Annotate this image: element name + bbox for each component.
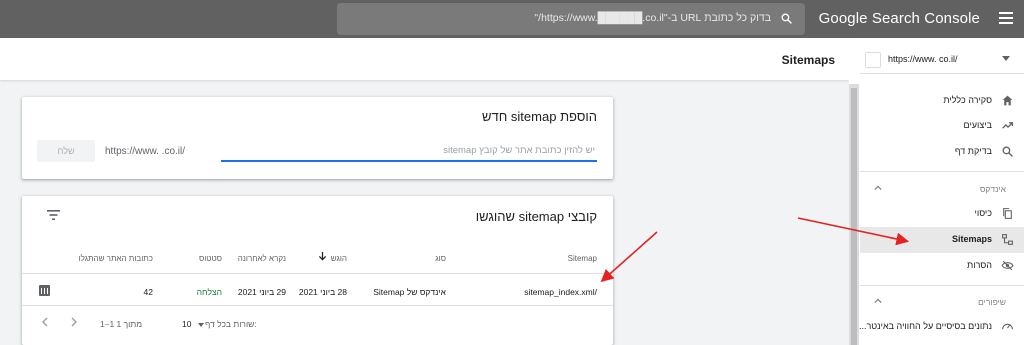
- cell-type: אינדקס של Sitemap: [373, 287, 446, 297]
- column-header-discovered-urls[interactable]: כתובות האתר שהתגלו: [78, 254, 153, 263]
- property-favicon: [865, 52, 881, 68]
- rows-per-page-label: שורות בכל דף:: [205, 319, 257, 329]
- chevron-left-icon[interactable]: [40, 317, 50, 327]
- sidebar-item-sitemaps[interactable]: Sitemaps: [860, 227, 1024, 253]
- trending-up-icon: [1002, 122, 1014, 129]
- sitemap-url-placeholder[interactable]: יש להזין כתובת אתר של קובץ sitemap: [443, 145, 595, 156]
- top-app-bar: בדוק כל כתובת URL ב-"https://www.██████.…: [0, 0, 1024, 38]
- gauge-icon: [1002, 323, 1013, 330]
- chevron-down-icon[interactable]: [198, 323, 204, 327]
- visibility-off-icon: [1001, 260, 1014, 271]
- menu-icon[interactable]: [999, 12, 1013, 24]
- column-header-submitted[interactable]: הוגש: [331, 254, 347, 263]
- chevron-right-icon[interactable]: [69, 317, 79, 327]
- page-title: Sitemaps: [781, 53, 835, 67]
- sidebar-item-label: נתונים בסיסיים על החוויה באינטר...: [858, 321, 992, 331]
- sidebar-item-label: Sitemaps: [951, 234, 992, 244]
- sidebar-item-performance[interactable]: ביצועים: [860, 113, 1024, 139]
- chevron-down-icon[interactable]: [1002, 56, 1010, 61]
- rows-per-page-select[interactable]: 10: [182, 319, 191, 329]
- sidebar-section-enhancements[interactable]: שיפורים: [978, 297, 1006, 307]
- sidebar-item-overview[interactable]: סקירה כללית: [860, 88, 1024, 114]
- cell-status: הצלחה: [196, 287, 222, 297]
- search-icon: [1002, 146, 1013, 157]
- cell-last-read: 29 ביוני 2021: [237, 287, 286, 297]
- pagination-range: 1–1 מתוך 1: [100, 319, 143, 329]
- submitted-sitemaps-title: קובצי sitemap שהוגשו: [475, 209, 597, 224]
- sidebar-section-index[interactable]: אינדקס: [980, 184, 1006, 194]
- sidebar-item-url-inspection[interactable]: בדיקת דף: [860, 139, 1024, 165]
- page-header: Sitemaps: [0, 38, 849, 80]
- sidebar-divider: [860, 285, 1024, 286]
- sidebar-item-label: כיסוי: [974, 208, 992, 218]
- sidebar-item-label: הסרות: [967, 260, 992, 270]
- sitemap-icon: [1002, 234, 1013, 245]
- bar-chart-icon[interactable]: [39, 285, 50, 296]
- sitemap-url-input[interactable]: יש להזין כתובת אתר של קובץ sitemap: [221, 140, 597, 162]
- sidebar-item-label: בדיקת דף: [954, 146, 992, 156]
- sidebar-divider: [860, 171, 1024, 172]
- sidebar-item-label: ביצועים: [963, 120, 992, 130]
- chevron-up-icon[interactable]: [874, 184, 882, 192]
- column-header-status[interactable]: סטטוס: [199, 254, 222, 263]
- table-row-divider: [22, 305, 613, 306]
- sidebar-scrollbar-thumb[interactable]: [851, 88, 857, 345]
- cell-sitemap: /sitemap_index.xml: [524, 287, 597, 297]
- property-url: https://www. co.il/: [888, 54, 958, 64]
- cell-discovered-urls: 42: [143, 287, 153, 297]
- property-url-prefix: https://www. .co.il/: [105, 146, 186, 157]
- column-header-type[interactable]: סוג: [435, 254, 446, 263]
- search-placeholder[interactable]: בדוק כל כתובת URL ב-"https://www.██████.…: [534, 12, 771, 24]
- add-sitemap-card: הוספת sitemap חדש שלח https://www. .co.i…: [22, 97, 613, 179]
- arrow-down-icon[interactable]: [318, 251, 327, 261]
- submit-button[interactable]: שלח: [37, 140, 95, 162]
- sidebar-item-removals[interactable]: הסרות: [860, 253, 1024, 279]
- cell-submitted: 28 ביוני 2021: [298, 287, 347, 297]
- url-inspection-search[interactable]: בדוק כל כתובת URL ב-"https://www.██████.…: [337, 3, 805, 35]
- chevron-up-icon[interactable]: [874, 297, 882, 305]
- property-selector[interactable]: https://www. co.il/: [860, 46, 1024, 74]
- sidebar-item-core-web-vitals[interactable]: נתונים בסיסיים על החוויה באינטר...: [858, 314, 1024, 340]
- home-icon: [1002, 95, 1013, 106]
- add-sitemap-title: הוספת sitemap חדש: [482, 109, 597, 124]
- sidebar-item-coverage[interactable]: כיסוי: [860, 201, 1024, 227]
- column-header-sitemap[interactable]: Sitemap: [568, 254, 597, 263]
- sidebar-item-label: סקירה כללית: [943, 95, 992, 105]
- column-header-last-read[interactable]: נקרא לאחרונה: [238, 254, 286, 263]
- copy-icon: [1003, 208, 1012, 219]
- filter-icon[interactable]: [47, 210, 60, 220]
- product-logo[interactable]: Google Search Console: [819, 10, 980, 27]
- table-header-divider: [22, 273, 613, 274]
- search-icon[interactable]: [780, 12, 793, 25]
- submitted-sitemaps-card: קובצי sitemap שהוגשו Sitemap סוג הוגש נק…: [22, 196, 613, 345]
